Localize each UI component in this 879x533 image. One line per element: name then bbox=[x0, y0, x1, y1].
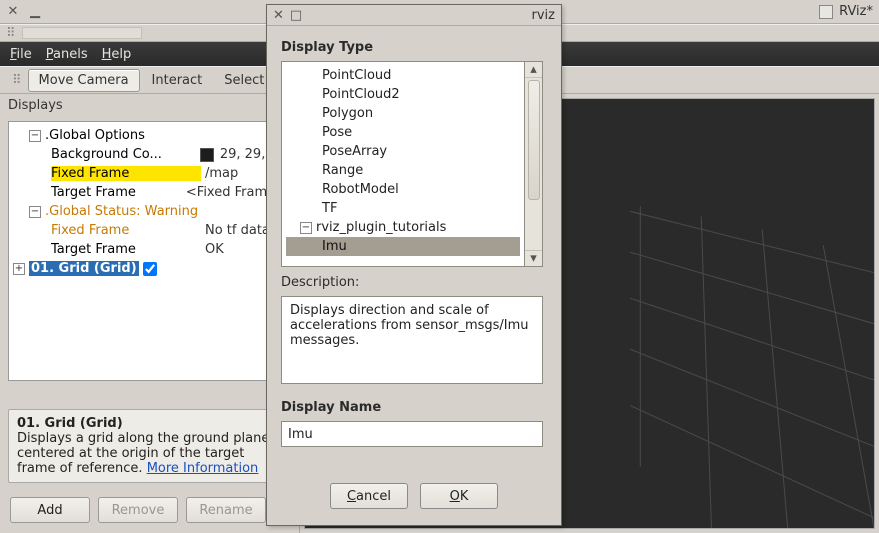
tree-val: OK bbox=[205, 242, 224, 257]
add-display-dialog: ✕ □ rviz Display Type PointCloud PointCl… bbox=[266, 4, 562, 526]
tree-status-target-frame[interactable]: Target Frame OK bbox=[11, 240, 288, 259]
list-item[interactable]: PoseArray bbox=[286, 142, 520, 161]
sub-blank bbox=[22, 27, 142, 39]
color-swatch bbox=[200, 148, 214, 162]
tree-status-fixed-frame[interactable]: Fixed Frame No tf data. . bbox=[11, 221, 288, 240]
tree-key: Target Frame bbox=[51, 185, 182, 200]
displays-panel-title: Displays bbox=[0, 94, 299, 117]
grid-enabled-checkbox[interactable] bbox=[143, 262, 157, 276]
list-item[interactable]: Range bbox=[286, 161, 520, 180]
collapse-icon[interactable]: − bbox=[29, 130, 41, 142]
display-type-label: Display Type bbox=[281, 40, 547, 55]
maximize-icon[interactable]: □ bbox=[290, 8, 302, 23]
collapse-icon[interactable]: − bbox=[300, 222, 312, 234]
list-group[interactable]: − rviz_plugin_tutorials bbox=[286, 218, 520, 237]
tree-key: Background Co... bbox=[51, 147, 196, 162]
scroll-down-icon[interactable]: ▾ bbox=[525, 250, 542, 266]
sub-handle-icon: ⠿ bbox=[6, 26, 16, 41]
list-group-label: rviz_plugin_tutorials bbox=[316, 220, 446, 235]
ok-button[interactable]: OK bbox=[420, 483, 498, 509]
minimize-icon[interactable]: ▁ bbox=[28, 5, 42, 19]
display-type-list-wrap: PointCloud PointCloud2 Polygon Pose Pose… bbox=[281, 61, 547, 267]
desc-title: 01. Grid (Grid) bbox=[17, 416, 282, 431]
tool-move-camera[interactable]: Move Camera bbox=[28, 69, 140, 92]
menu-file[interactable]: File bbox=[10, 47, 32, 62]
scroll-up-icon[interactable]: ▴ bbox=[525, 62, 542, 78]
tree-target-frame[interactable]: Target Frame <Fixed Frame> bbox=[11, 183, 288, 202]
description-label: Description: bbox=[281, 275, 547, 290]
tree-key: Target Frame bbox=[51, 242, 201, 257]
tree-label: 01. Grid (Grid) bbox=[29, 261, 139, 276]
tree-fixed-frame[interactable]: Fixed Frame /map bbox=[11, 164, 288, 183]
window-icon bbox=[819, 5, 833, 19]
remove-button[interactable]: Remove bbox=[98, 497, 178, 523]
displays-panel: Displays − .Global Options Background Co… bbox=[0, 94, 300, 533]
displays-button-row: Add Remove Rename bbox=[0, 491, 299, 533]
list-item[interactable]: RobotModel bbox=[286, 180, 520, 199]
tree-grid[interactable]: + 01. Grid (Grid) bbox=[11, 259, 288, 278]
list-item[interactable]: Pose bbox=[286, 123, 520, 142]
expand-icon[interactable]: + bbox=[13, 263, 25, 275]
description-text: Displays direction and scale of accelera… bbox=[281, 296, 543, 384]
display-description-box: 01. Grid (Grid) Displays a grid along th… bbox=[8, 409, 291, 483]
window-title: RViz* bbox=[839, 4, 873, 19]
scroll-thumb[interactable] bbox=[528, 80, 540, 200]
scrollbar[interactable]: ▴ ▾ bbox=[525, 61, 543, 267]
display-name-label: Display Name bbox=[281, 400, 547, 415]
dialog-titlebar[interactable]: ✕ □ rviz bbox=[267, 5, 561, 26]
display-type-list[interactable]: PointCloud PointCloud2 Polygon Pose Pose… bbox=[281, 61, 525, 267]
rename-button[interactable]: Rename bbox=[186, 497, 266, 523]
tree-val: /map bbox=[205, 166, 238, 181]
add-button[interactable]: Add bbox=[10, 497, 90, 523]
tree-key: Fixed Frame bbox=[51, 223, 201, 238]
toolbar-handle-icon: ⠿ bbox=[8, 73, 26, 88]
tree-global-status[interactable]: − .Global Status: Warning bbox=[11, 202, 288, 221]
display-name-input[interactable] bbox=[281, 421, 543, 447]
close-icon[interactable]: ✕ bbox=[273, 8, 284, 23]
more-info-link[interactable]: More Information bbox=[147, 461, 259, 476]
list-item[interactable]: PointCloud bbox=[286, 66, 520, 85]
cancel-button[interactable]: Cancel bbox=[330, 483, 408, 509]
tree-bg-color[interactable]: Background Co... 29, 29, 29 bbox=[11, 145, 288, 164]
dialog-title: rviz bbox=[532, 8, 555, 23]
list-item[interactable]: PointCloud2 bbox=[286, 85, 520, 104]
close-icon[interactable]: ✕ bbox=[6, 5, 20, 19]
dialog-button-row: Cancel OK bbox=[281, 473, 547, 515]
menu-panels[interactable]: Panels bbox=[46, 47, 88, 62]
menu-help[interactable]: Help bbox=[102, 47, 132, 62]
dialog-body: Display Type PointCloud PointCloud2 Poly… bbox=[267, 26, 561, 525]
list-item-selected[interactable]: Imu bbox=[286, 237, 520, 256]
tree-label: .Global Status: Warning bbox=[45, 204, 198, 219]
displays-tree[interactable]: − .Global Options Background Co... 29, 2… bbox=[8, 121, 291, 381]
collapse-icon[interactable]: − bbox=[29, 206, 41, 218]
list-item[interactable]: Polygon bbox=[286, 104, 520, 123]
tree-label: .Global Options bbox=[45, 128, 145, 143]
tool-interact[interactable]: Interact bbox=[142, 70, 213, 91]
tree-global-options[interactable]: − .Global Options bbox=[11, 126, 288, 145]
tree-key: Fixed Frame bbox=[51, 166, 201, 181]
list-item[interactable]: TF bbox=[286, 199, 520, 218]
